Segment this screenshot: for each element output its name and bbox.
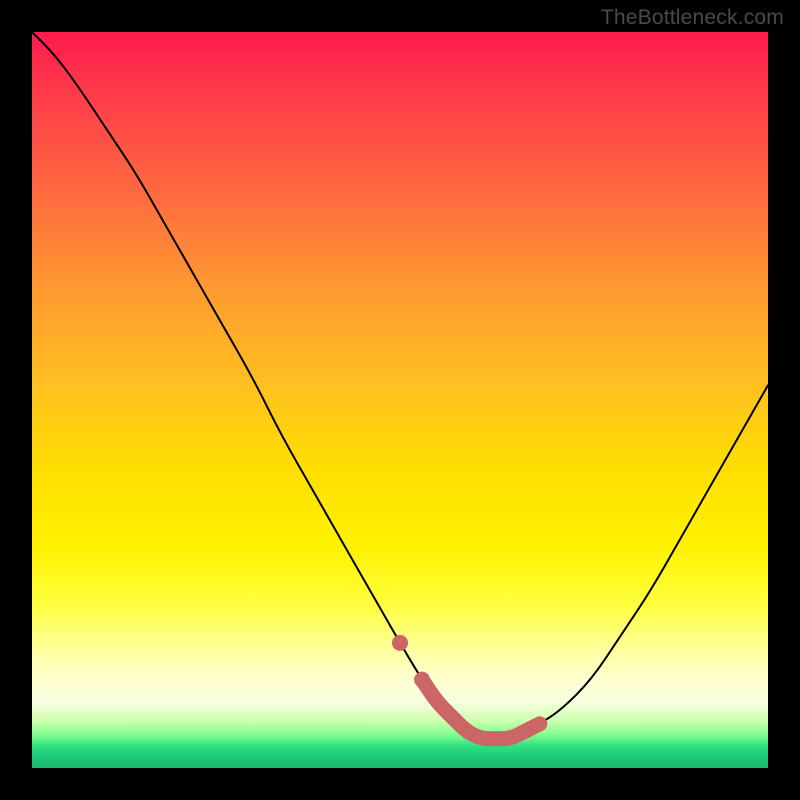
highlight-dot bbox=[392, 635, 408, 651]
plot-area bbox=[32, 32, 768, 768]
chart-frame: TheBottleneck.com bbox=[0, 0, 800, 800]
bottleneck-curve bbox=[32, 32, 768, 739]
watermark-text: TheBottleneck.com bbox=[601, 6, 784, 30]
highlight-dot bbox=[414, 672, 430, 688]
curve-svg bbox=[32, 32, 768, 768]
highlight-segment bbox=[422, 680, 540, 739]
